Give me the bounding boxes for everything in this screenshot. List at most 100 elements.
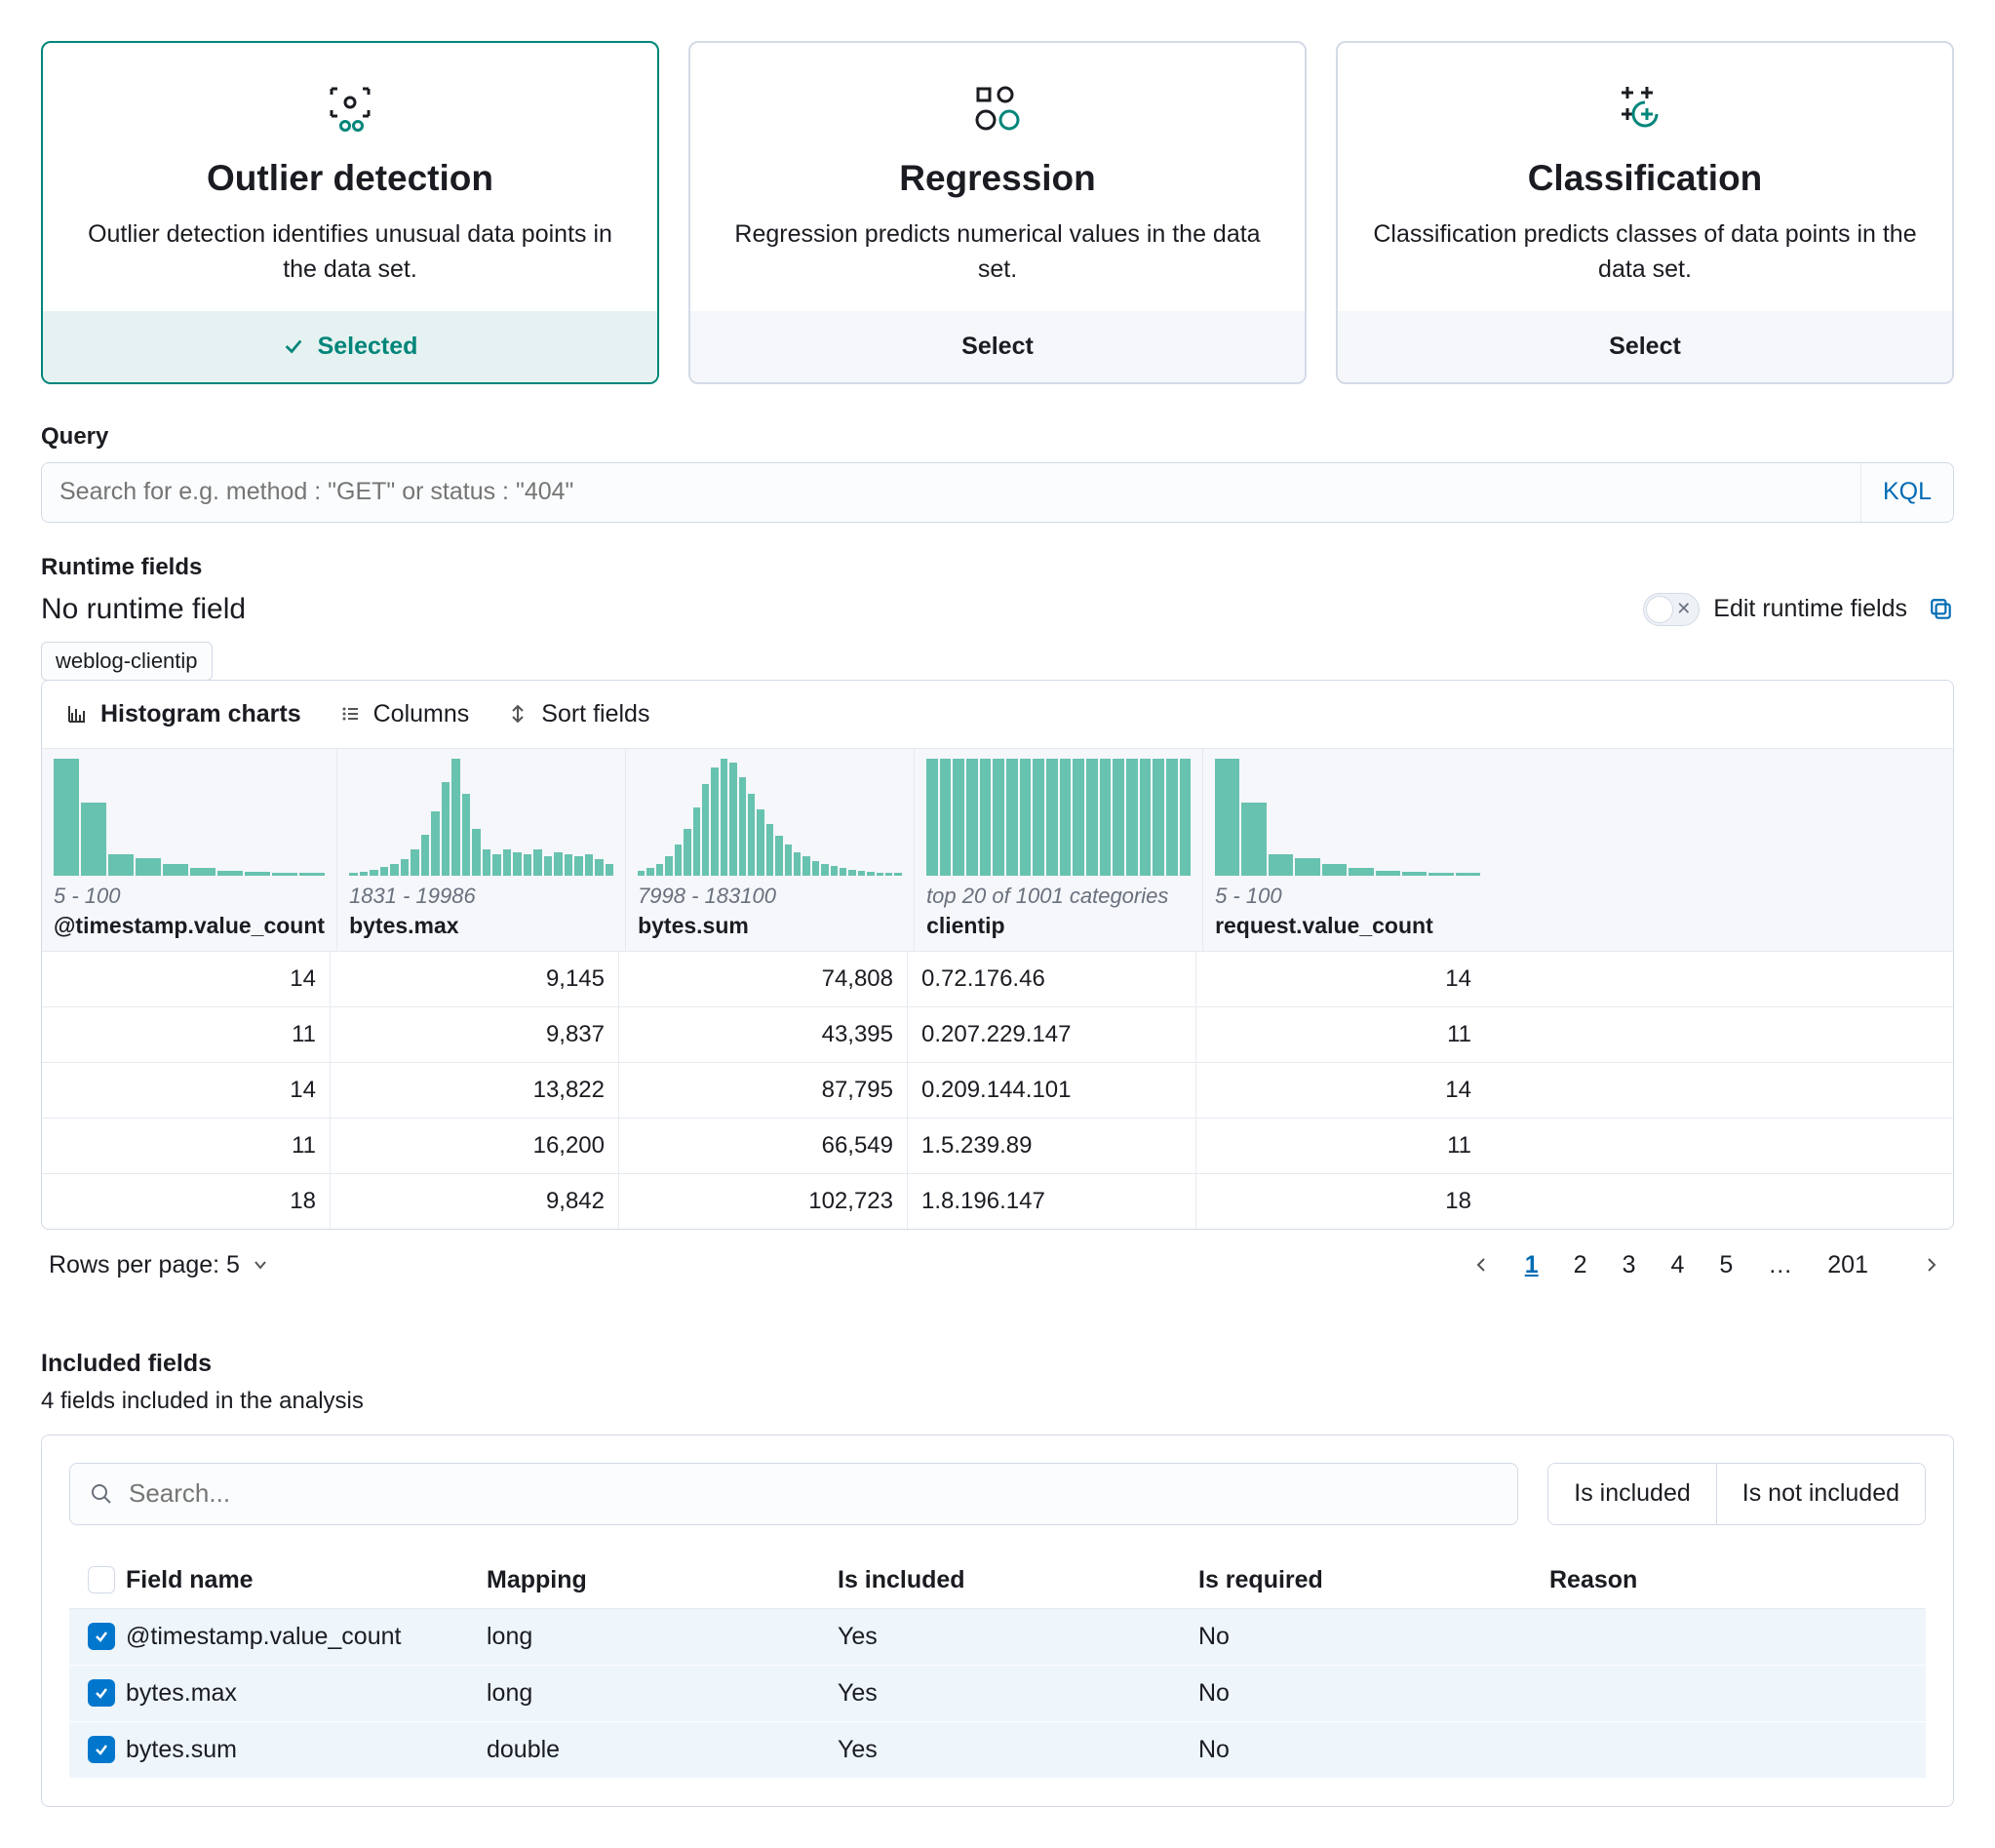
classification-icon (1365, 80, 1925, 138)
card-outlier-detection[interactable]: Outlier detection Outlier detection iden… (41, 41, 659, 384)
columns-icon (338, 702, 362, 726)
query-bar: KQL (41, 462, 1954, 523)
column-range: 7998 - 183100 (638, 884, 902, 909)
page-number[interactable]: 5 (1711, 1247, 1741, 1282)
filter-group: Is included Is not included (1547, 1463, 1926, 1525)
column-range: top 20 of 1001 categories (926, 884, 1191, 909)
cell: 18 (42, 1174, 331, 1229)
col-mapping[interactable]: Mapping (487, 1566, 838, 1594)
edit-runtime-fields-toggle[interactable]: ✕ Edit runtime fields (1643, 593, 1907, 626)
select-all-checkbox[interactable] (88, 1566, 115, 1593)
pagination: 12345…201 (1467, 1251, 1946, 1279)
cell: 0.209.144.101 (908, 1063, 1196, 1118)
sort-fields-button[interactable]: Sort fields (506, 700, 649, 728)
field-required: No (1198, 1736, 1549, 1764)
job-type-cards: Outlier detection Outlier detection iden… (41, 41, 1954, 384)
filter-is-not-included[interactable]: Is not included (1717, 1464, 1925, 1524)
cell: 9,837 (331, 1007, 619, 1062)
fields-search-box[interactable] (69, 1463, 1518, 1525)
cell: 11 (42, 1119, 331, 1173)
cell: 87,795 (619, 1063, 908, 1118)
next-page-button[interactable] (1917, 1252, 1946, 1278)
field-row[interactable]: bytes.maxlongYesNo (69, 1666, 1926, 1722)
rows-per-page-button[interactable]: Rows per page: 5 (49, 1251, 269, 1279)
table-row[interactable]: 119,83743,3950.207.229.14711 (42, 1007, 1953, 1063)
cell: 11 (42, 1007, 331, 1062)
grid-column-header[interactable]: 1831 - 19986bytes.max (337, 749, 626, 951)
card-desc: Regression predicts numerical values in … (718, 216, 1277, 288)
col-is-required[interactable]: Is required (1198, 1566, 1549, 1594)
column-name: clientip (926, 913, 1191, 939)
field-row[interactable]: @timestamp.value_countlongYesNo (69, 1609, 1926, 1666)
cell: 43,395 (619, 1007, 908, 1062)
query-label: Query (41, 423, 1954, 451)
histogram-chart (54, 759, 325, 876)
card-regression[interactable]: Regression Regression predicts numerical… (688, 41, 1307, 384)
histogram-charts-button[interactable]: Histogram charts (65, 700, 301, 728)
source-index-tag[interactable]: weblog-clientip (41, 642, 213, 681)
page-number[interactable]: 2 (1566, 1247, 1595, 1282)
check-icon (283, 335, 304, 357)
card-selected-footer: Selected (43, 311, 657, 382)
runtime-empty-text: No runtime field (41, 593, 246, 626)
kql-button[interactable]: KQL (1860, 463, 1953, 522)
col-is-included[interactable]: Is included (838, 1566, 1198, 1594)
cell: 0.207.229.147 (908, 1007, 1196, 1062)
table-row[interactable]: 1413,82287,7950.209.144.10114 (42, 1063, 1953, 1119)
histogram-chart (926, 759, 1191, 876)
outlier-icon (70, 80, 630, 138)
included-fields-panel: Is included Is not included Field name M… (41, 1435, 1954, 1807)
col-reason[interactable]: Reason (1549, 1566, 1918, 1594)
cell: 16,200 (331, 1119, 619, 1173)
copy-icon[interactable] (1929, 597, 1954, 622)
grid-column-header[interactable]: 7998 - 183100bytes.sum (626, 749, 915, 951)
card-title: Classification (1365, 158, 1925, 199)
prev-page-button[interactable] (1467, 1252, 1496, 1278)
field-checkbox[interactable] (88, 1736, 115, 1763)
column-name: bytes.max (349, 913, 613, 939)
runtime-fields-label: Runtime fields (41, 554, 1954, 581)
table-row[interactable]: 189,842102,7231.8.196.14718 (42, 1174, 1953, 1229)
page-number[interactable]: 3 (1615, 1247, 1644, 1282)
page-number[interactable]: 201 (1819, 1247, 1876, 1282)
card-select-footer[interactable]: Select (1338, 311, 1952, 382)
field-name: bytes.sum (126, 1736, 487, 1764)
column-name: request.value_count (1215, 913, 1480, 939)
cell: 1.8.196.147 (908, 1174, 1196, 1229)
query-input[interactable] (42, 463, 1860, 522)
card-classification[interactable]: Classification Classification predicts c… (1336, 41, 1954, 384)
field-checkbox[interactable] (88, 1623, 115, 1650)
table-row[interactable]: 149,14574,8080.72.176.4614 (42, 952, 1953, 1007)
grid-column-header[interactable]: 5 - 100request.value_count (1203, 749, 1492, 951)
cell: 0.72.176.46 (908, 952, 1196, 1006)
table-row[interactable]: 1116,20066,5491.5.239.8911 (42, 1119, 1953, 1174)
card-desc: Outlier detection identifies unusual dat… (70, 216, 630, 288)
cell: 9,145 (331, 952, 619, 1006)
col-field-name[interactable]: Field name (126, 1566, 487, 1594)
card-select-footer[interactable]: Select (690, 311, 1305, 382)
card-desc: Classification predicts classes of data … (1365, 216, 1925, 288)
field-row[interactable]: bytes.sumdoubleYesNo (69, 1722, 1926, 1779)
field-mapping: double (487, 1736, 838, 1764)
card-title: Outlier detection (70, 158, 630, 199)
histogram-chart (1215, 759, 1480, 876)
grid-column-header[interactable]: top 20 of 1001 categories clientip (915, 749, 1203, 951)
field-required: No (1198, 1679, 1549, 1708)
grid-column-header[interactable]: 5 - 100@timestamp.value_count (42, 749, 337, 951)
cell: 1.5.239.89 (908, 1119, 1196, 1173)
field-mapping: long (487, 1679, 838, 1708)
columns-button[interactable]: Columns (338, 700, 470, 728)
card-title: Regression (718, 158, 1277, 199)
field-checkbox[interactable] (88, 1679, 115, 1707)
histogram-chart (349, 759, 613, 876)
fields-search-input[interactable] (127, 1477, 1498, 1510)
cell: 74,808 (619, 952, 908, 1006)
page-number: … (1760, 1247, 1800, 1282)
cell: 11 (1196, 1007, 1485, 1062)
page-number[interactable]: 1 (1517, 1247, 1546, 1282)
field-required: No (1198, 1623, 1549, 1651)
page-number[interactable]: 4 (1662, 1247, 1692, 1282)
switch-off-icon[interactable]: ✕ (1643, 593, 1700, 626)
field-included: Yes (838, 1736, 1198, 1764)
filter-is-included[interactable]: Is included (1548, 1464, 1717, 1524)
